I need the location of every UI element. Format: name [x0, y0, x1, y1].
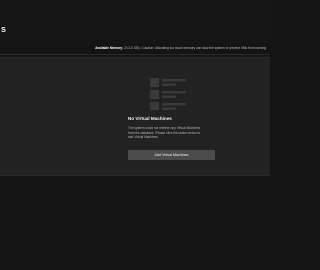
- empty-state-title: No Virtual Machines: [128, 116, 172, 121]
- page-title: s: [1, 24, 7, 34]
- virtual-machines-page: s Available Memory: 24.2.0 GB) • Caution…: [0, 0, 270, 270]
- available-memory-text: 24.2.0 GB) • Caution: Allocating too muc…: [124, 46, 266, 50]
- empty-state-description-line: add Virtual Machines.: [128, 135, 159, 140]
- vm-list-icon: [150, 78, 186, 110]
- top-bar: s: [0, 0, 270, 44]
- available-memory-label: Available Memory:: [95, 46, 124, 50]
- available-memory-info: Available Memory: 24.2.0 GB) • Caution: …: [95, 46, 266, 50]
- divider: [0, 54, 270, 55]
- empty-state-description: The system could not retrieve any Virtua…: [128, 126, 216, 140]
- add-virtual-machines-button[interactable]: Add Virtual Machines: [128, 150, 215, 160]
